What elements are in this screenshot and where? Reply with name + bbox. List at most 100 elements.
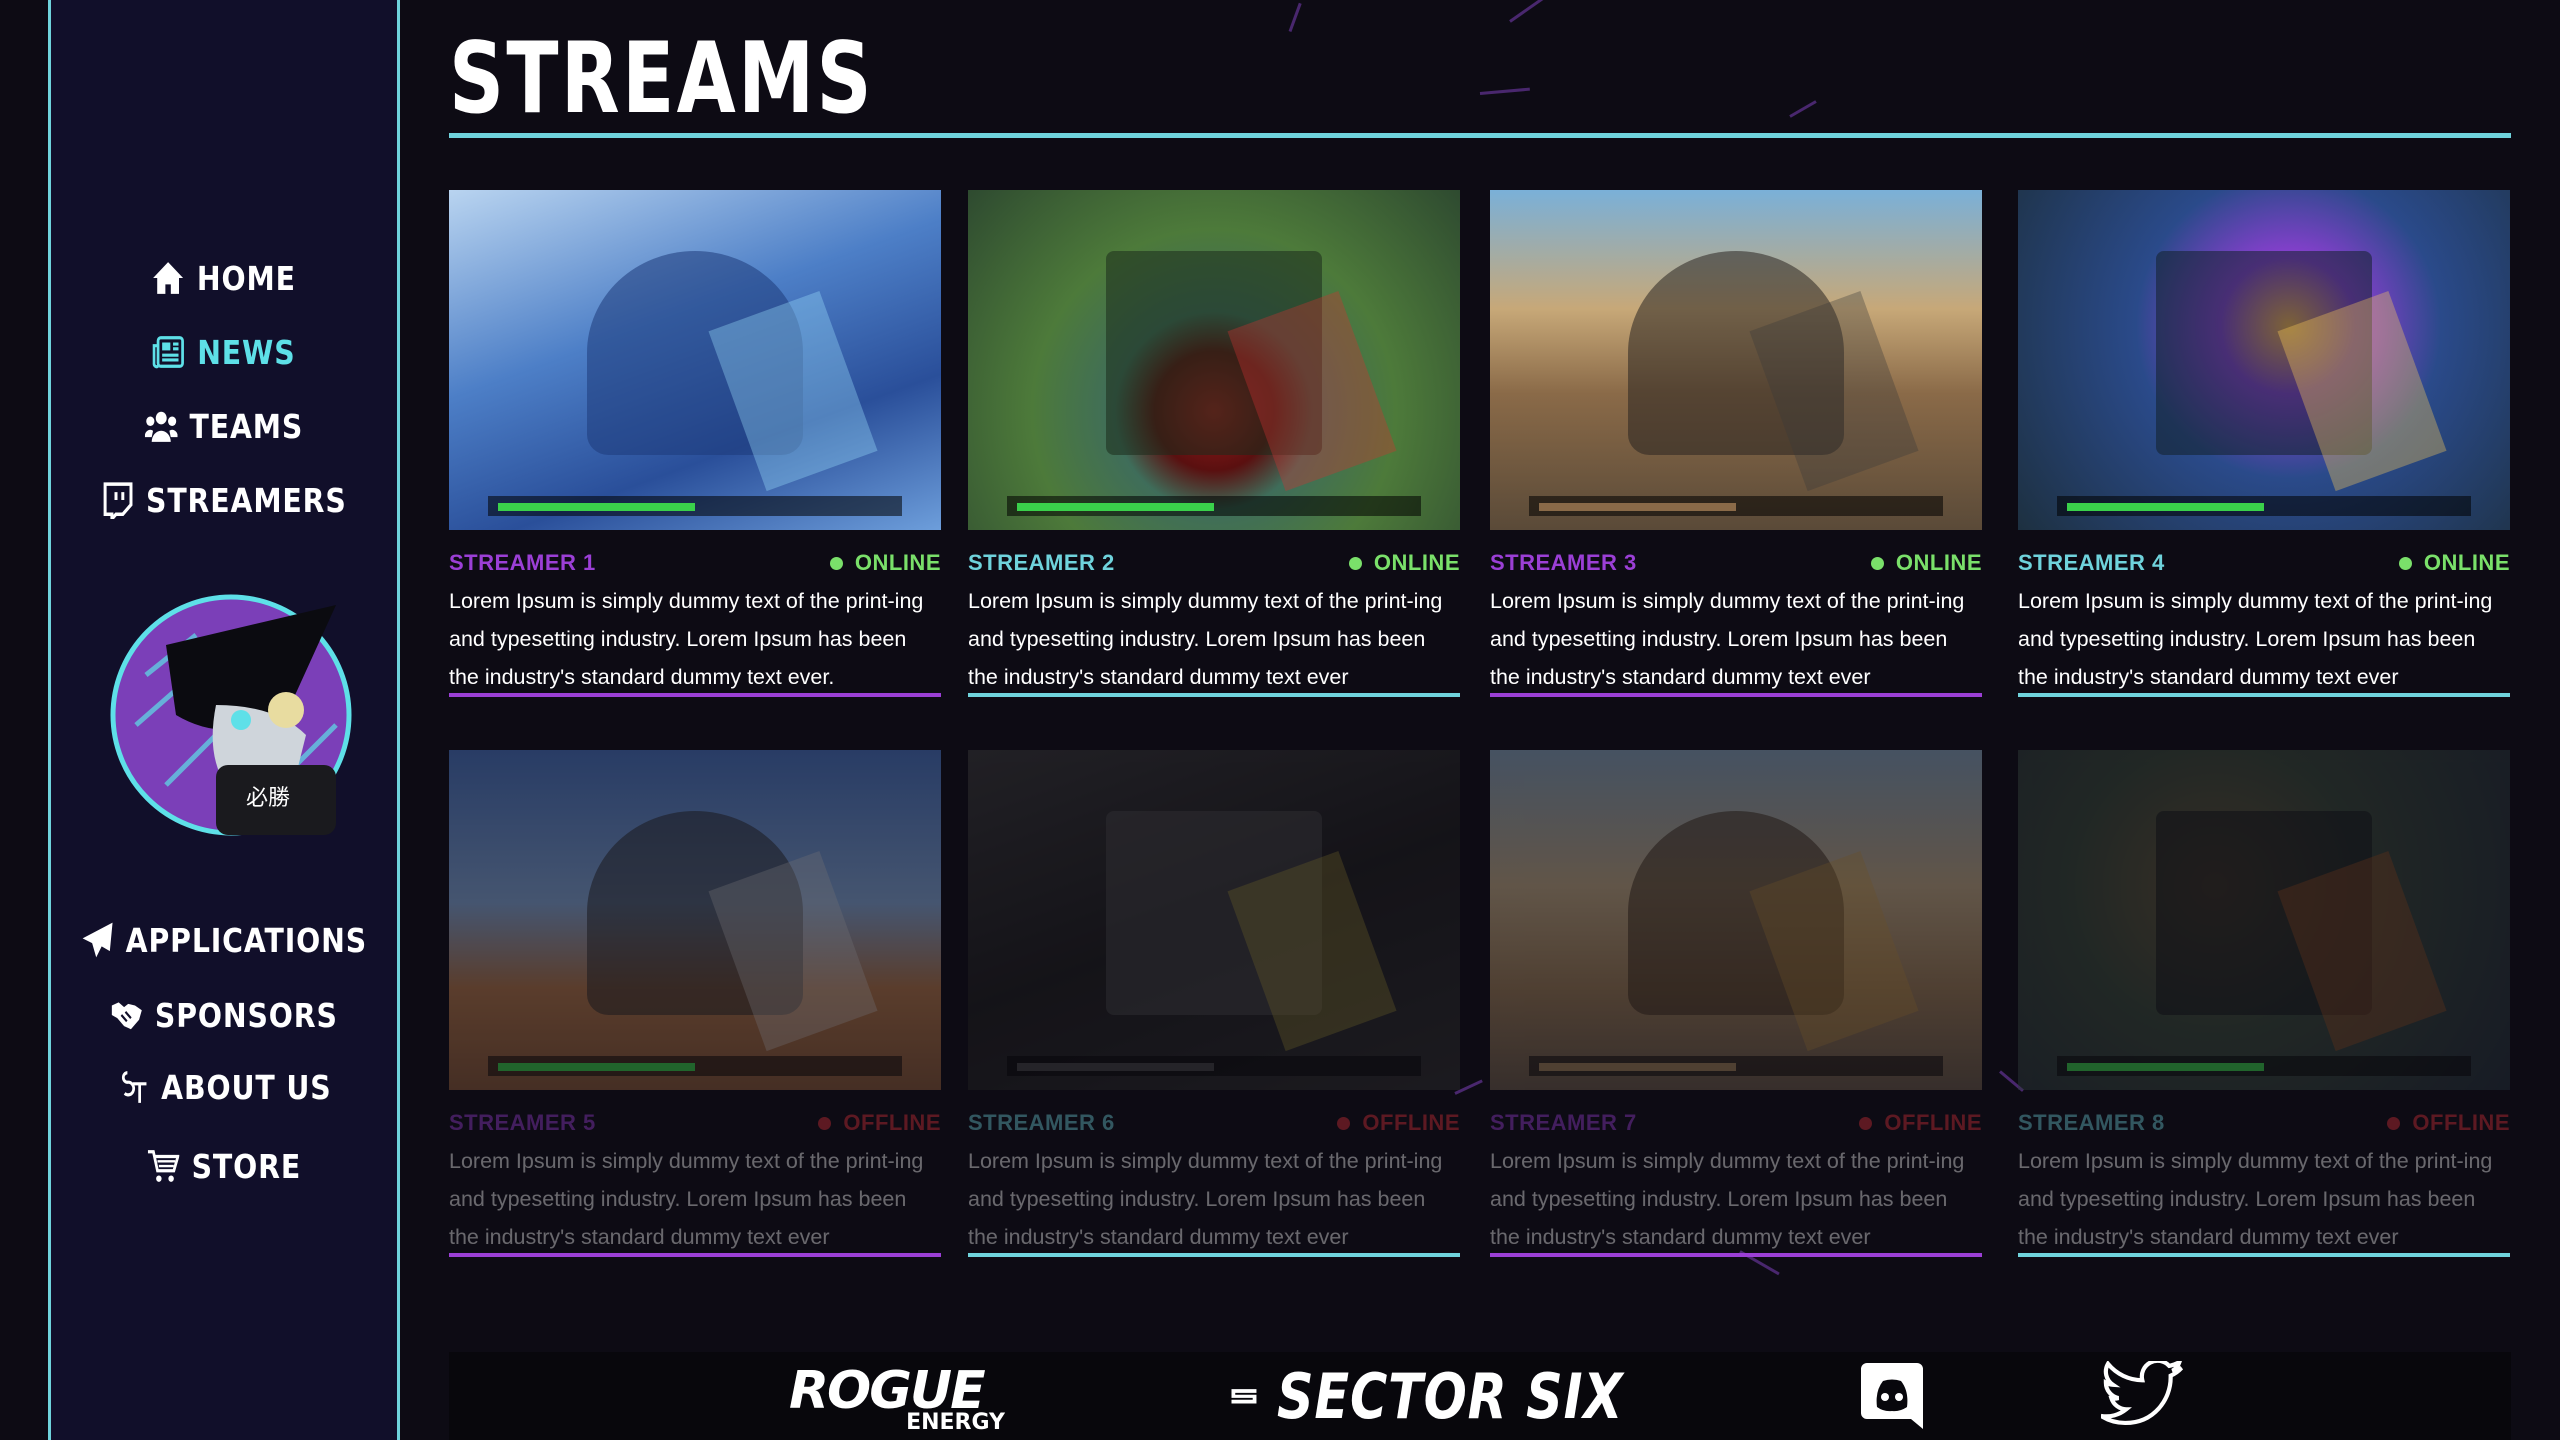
streamer-name[interactable]: STREAMER 7 [1490, 1110, 1637, 1136]
streamer-name[interactable]: STREAMER 6 [968, 1110, 1115, 1136]
twitter-link[interactable] [2101, 1352, 2185, 1440]
status-dot-icon [818, 1116, 832, 1130]
status-dot-icon [2398, 556, 2412, 570]
stream-description: Lorem Ipsum is simply dummy text of the … [2018, 1149, 2493, 1249]
nav-item-store[interactable]: STORE [75, 1136, 373, 1196]
status-label: OFFLINE [2412, 1110, 2510, 1135]
thumbnail-health-bar [1017, 502, 1214, 512]
card-underline [449, 1253, 941, 1257]
stream-status: ONLINE [1348, 550, 1460, 576]
thumbnail-health-bar [2067, 1062, 2264, 1072]
status-dot-icon [1348, 556, 1362, 570]
thumbnail-health-bar [1539, 1062, 1736, 1072]
team-logo-icon [121, 1071, 147, 1103]
stream-description: Lorem Ipsum is simply dummy text of the … [968, 1149, 1443, 1249]
card-underline [2018, 1253, 2510, 1257]
status-dot-icon [1337, 1116, 1351, 1130]
streamer-name[interactable]: STREAMER 8 [2018, 1110, 2165, 1136]
stream-status: ONLINE [829, 550, 941, 576]
stream-card-header: STREAMER 8 OFFLINE [2018, 1110, 2510, 1140]
sector-six-logo[interactable]: SECTOR SIX [1229, 1352, 1699, 1440]
stream-card-header: STREAMER 7 OFFLINE [1490, 1110, 1982, 1140]
discord-link[interactable] [1861, 1352, 1925, 1440]
stream-status: ONLINE [2398, 550, 2510, 576]
status-dot-icon [2387, 1116, 2401, 1130]
stream-card-header: STREAMER 4 ONLINE [2018, 550, 2510, 580]
nav-item-home[interactable]: HOME [75, 248, 373, 308]
footer-sponsors: ROGUE ENERGY SECTOR SIX [449, 1352, 2511, 1440]
nav-label-news: NEWS [197, 332, 296, 372]
stream-status: OFFLINE [1337, 1110, 1460, 1136]
status-dot-icon [1870, 556, 1884, 570]
status-label: ONLINE [2423, 550, 2510, 575]
stream-thumbnail[interactable] [1490, 190, 1982, 530]
twitch-icon [103, 482, 133, 519]
card-underline [968, 693, 1460, 697]
card-underline [2018, 693, 2510, 697]
paper-plane-icon [82, 922, 113, 958]
thumbnail-health-bar [498, 1062, 695, 1072]
stream-description: Lorem Ipsum is simply dummy text of the … [449, 589, 924, 689]
shopping-cart-icon [148, 1150, 180, 1182]
streamer-name[interactable]: STREAMER 3 [1490, 550, 1637, 576]
status-label: ONLINE [1373, 550, 1460, 575]
streamer-name[interactable]: STREAMER 5 [449, 1110, 596, 1136]
status-label: ONLINE [854, 550, 941, 575]
nav-label-streamers: STREAMERS [146, 480, 347, 520]
streamer-name[interactable]: STREAMER 1 [449, 550, 596, 576]
nav-label-teams: TEAMS [189, 406, 304, 446]
nav-label-store: STORE [191, 1146, 302, 1186]
rogue-energy-logo[interactable]: ROGUE ENERGY [789, 1352, 1019, 1440]
stream-status: OFFLINE [2387, 1110, 2510, 1136]
page-title: STREAMS [449, 22, 874, 136]
status-dot-icon [1859, 1116, 1873, 1130]
nav-item-applications[interactable]: APPLICATIONS [75, 910, 373, 970]
stream-thumbnail[interactable] [1490, 750, 1982, 1090]
stream-card-header: STREAMER 5 OFFLINE [449, 1110, 941, 1140]
stream-thumbnail[interactable] [2018, 750, 2510, 1090]
streamer-name[interactable]: STREAMER 4 [2018, 550, 2165, 576]
stream-status: OFFLINE [1859, 1110, 1982, 1136]
stream-description: Lorem Ipsum is simply dummy text of the … [1490, 589, 1965, 689]
status-label: OFFLINE [1362, 1110, 1460, 1135]
stream-description: Lorem Ipsum is simply dummy text of the … [1490, 1149, 1965, 1249]
stream-description: Lorem Ipsum is simply dummy text of the … [449, 1149, 924, 1249]
thumbnail-health-bar [2067, 502, 2264, 512]
stream-thumbnail[interactable] [2018, 190, 2510, 530]
stream-thumbnail[interactable] [449, 190, 941, 530]
thumbnail-health-bar [498, 502, 695, 512]
newspaper-icon [152, 336, 184, 369]
stream-status: ONLINE [1870, 550, 1982, 576]
nav-label-about-us: ABOUT US [161, 1067, 332, 1107]
nav-item-about-us[interactable]: ABOUT US [75, 1057, 373, 1117]
card-underline [968, 1253, 1460, 1257]
status-dot-icon [829, 556, 843, 570]
stream-card-header: STREAMER 6 OFFLINE [968, 1110, 1460, 1140]
sector-six-text: SECTOR SIX [1276, 1359, 1623, 1433]
stream-card-header: STREAMER 3 ONLINE [1490, 550, 1982, 580]
nav-label-applications: APPLICATIONS [125, 920, 368, 960]
home-icon [153, 262, 184, 294]
energy-logo-text: ENERGY [906, 1410, 1005, 1435]
stream-thumbnail[interactable] [449, 750, 941, 1090]
stream-card-header: STREAMER 2 ONLINE [968, 550, 1460, 580]
status-label: ONLINE [1895, 550, 1982, 575]
users-icon [144, 411, 178, 442]
card-underline [449, 693, 941, 697]
nav-item-teams[interactable]: TEAMS [75, 396, 373, 456]
stream-thumbnail[interactable] [968, 190, 1460, 530]
thumbnail-health-bar [1539, 502, 1736, 512]
streamer-name[interactable]: STREAMER 2 [968, 550, 1115, 576]
stream-thumbnail[interactable] [968, 750, 1460, 1090]
stream-card-header: STREAMER 1 ONLINE [449, 550, 941, 580]
handshake-icon [111, 1002, 142, 1030]
nav-item-streamers[interactable]: STREAMERS [75, 470, 373, 530]
status-label: OFFLINE [843, 1110, 941, 1135]
stream-description: Lorem Ipsum is simply dummy text of the … [968, 589, 1443, 689]
card-underline [1490, 693, 1982, 697]
nav-item-news[interactable]: NEWS [75, 322, 373, 382]
team-mascot-logo: 必勝 [110, 594, 352, 836]
nav-item-sponsors[interactable]: SPONSORS [75, 985, 373, 1045]
card-underline [1490, 1253, 1982, 1257]
discord-icon [1861, 1363, 1923, 1429]
